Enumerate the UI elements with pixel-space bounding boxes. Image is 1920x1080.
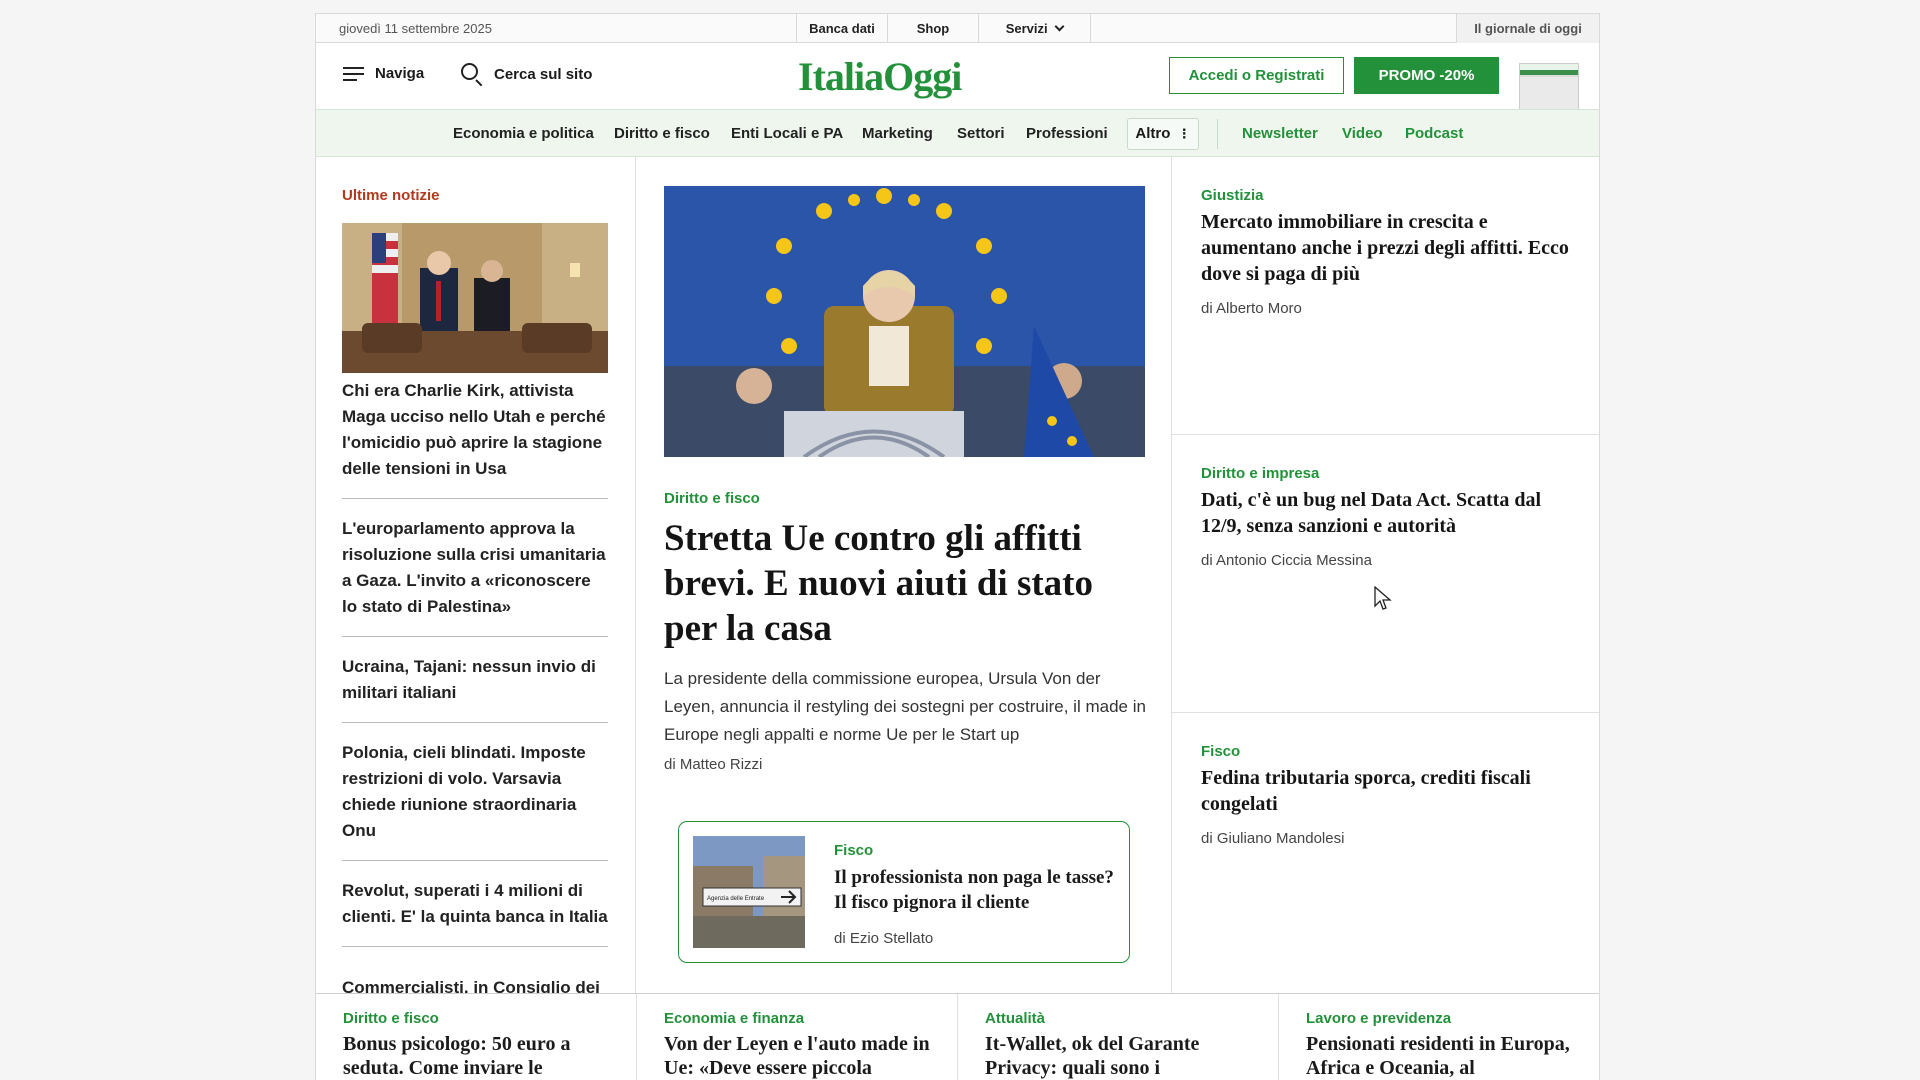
login-button[interactable]: Accedi o Registrati	[1169, 57, 1344, 94]
nav-economia-politica[interactable]: Economia e politica	[453, 125, 594, 142]
naviga-button[interactable]: Naviga	[343, 65, 424, 82]
giornale-di-oggi-link[interactable]: Il giornale di oggi	[1456, 14, 1599, 43]
altro-menu-button[interactable]: Altro ⋮	[1127, 118, 1199, 150]
sign-text: Agenzia delle Entrate	[707, 896, 765, 902]
article-title[interactable]: Fedina tributaria sporca, crediti fiscal…	[1201, 765, 1581, 817]
related-article-author[interactable]: di Ezio Stellato	[834, 930, 933, 947]
newspaper-thumbnail[interactable]	[1519, 63, 1579, 110]
article-category[interactable]: Giustizia	[1201, 187, 1264, 204]
hero-image[interactable]	[664, 186, 1145, 457]
right-article-1[interactable]: Giustizia Mercato immobiliare in crescit…	[1172, 157, 1599, 435]
bottom-article-2[interactable]: Economia e finanza Von der Leyen e l'aut…	[637, 994, 958, 1080]
related-article-card[interactable]: Agenzia delle Entrate Fisco Il professio…	[678, 821, 1130, 963]
site-logo[interactable]: ItaliaOggi	[798, 53, 962, 100]
search-label: Cerca sul sito	[494, 65, 593, 83]
article-title[interactable]: Mercato immobiliare in crescita e aument…	[1201, 209, 1581, 287]
altro-label: Altro	[1135, 125, 1171, 142]
hero-title[interactable]: Stretta Ue contro gli affitti brevi. E n…	[664, 516, 1134, 651]
header: Naviga Cerca sul sito ItaliaOggi Accedi …	[316, 43, 1599, 110]
servizi-menu[interactable]: Servizi	[978, 14, 1091, 43]
search-icon	[460, 62, 484, 87]
menu-icon	[343, 66, 364, 81]
bottom-article-3[interactable]: Attualità It-Wallet, ok del Garante Priv…	[958, 994, 1279, 1080]
hero-category[interactable]: Diritto e fisco	[664, 490, 760, 507]
hero-author[interactable]: di Matteo Rizzi	[664, 756, 762, 773]
bottom-article-1[interactable]: Diritto e fisco Bonus psicologo: 50 euro…	[316, 994, 637, 1080]
hero-abstract: La presidente della commissione europea,…	[664, 669, 1146, 744]
european-parliament-photo	[664, 186, 1145, 457]
article-category[interactable]: Lavoro e previdenza	[1306, 1010, 1451, 1027]
oval-office-photo	[342, 223, 608, 373]
nav-podcast[interactable]: Podcast	[1405, 125, 1463, 142]
article-title[interactable]: Dati, c'è un bug nel Data Act. Scatta da…	[1201, 487, 1581, 539]
nav-video[interactable]: Video	[1342, 125, 1383, 142]
related-article-category[interactable]: Fisco	[834, 842, 873, 859]
servizi-label: Servizi	[1005, 21, 1048, 36]
current-date: giovedì 11 settembre 2025	[339, 21, 492, 36]
right-article-3[interactable]: Fisco Fedina tributaria sporca, crediti …	[1172, 713, 1599, 991]
article-title[interactable]: It-Wallet, ok del Garante Privacy: quali…	[985, 1032, 1270, 1080]
latest-news-list: Chi era Charlie Kirk, attivista Maga ucc…	[342, 378, 608, 964]
main-nav: Economia e politica Diritto e fisco Enti…	[316, 109, 1599, 157]
right-article-2[interactable]: Diritto e impresa Dati, c'è un bug nel D…	[1172, 435, 1599, 713]
nav-diritto-fisco[interactable]: Diritto e fisco	[614, 125, 710, 142]
list-item[interactable]: Revolut, superati i 4 milioni di clienti…	[342, 878, 608, 947]
article-category[interactable]: Diritto e impresa	[1201, 465, 1319, 482]
list-item[interactable]: Ucraina, Tajani: nessun invio di militar…	[342, 654, 608, 723]
nav-newsletter[interactable]: Newsletter	[1242, 125, 1318, 142]
article-category[interactable]: Diritto e fisco	[343, 1010, 439, 1027]
nav-marketing[interactable]: Marketing	[862, 125, 933, 142]
list-item[interactable]: Chi era Charlie Kirk, attivista Maga ucc…	[342, 378, 608, 499]
article-category[interactable]: Fisco	[1201, 743, 1240, 760]
list-item[interactable]: L'europarlamento approva la risoluzione …	[342, 516, 608, 637]
utility-bar: giovedì 11 settembre 2025 Banca dati Sho…	[316, 13, 1599, 43]
article-title[interactable]: Pensionati residenti in Europa, Africa e…	[1306, 1032, 1591, 1080]
article-title[interactable]: Bonus psicologo: 50 euro a seduta. Come …	[343, 1032, 628, 1080]
mouse-cursor-icon	[1374, 586, 1392, 610]
search-button[interactable]: Cerca sul sito	[460, 62, 593, 87]
article-category[interactable]: Attualità	[985, 1010, 1045, 1027]
article-author[interactable]: di Giuliano Mandolesi	[1201, 830, 1344, 847]
shop-link[interactable]: Shop	[887, 14, 978, 43]
bottom-articles-row: Diritto e fisco Bonus psicologo: 50 euro…	[316, 993, 1599, 1080]
page: giovedì 11 settembre 2025 Banca dati Sho…	[315, 13, 1600, 1080]
related-article-title[interactable]: Il professionista non paga le tasse? Il …	[834, 865, 1119, 915]
banca-dati-link[interactable]: Banca dati	[796, 14, 887, 43]
article-category[interactable]: Economia e finanza	[664, 1010, 804, 1027]
nav-settori[interactable]: Settori	[957, 125, 1005, 142]
latest-news-heading: Ultime notizie	[342, 187, 440, 204]
nav-enti-locali[interactable]: Enti Locali e PA	[731, 125, 843, 142]
article-title[interactable]: Von der Leyen e l'auto made in Ue: «Deve…	[664, 1032, 949, 1080]
article-author[interactable]: di Antonio Ciccia Messina	[1201, 552, 1372, 569]
right-column: Giustizia Mercato immobiliare in crescit…	[1171, 157, 1599, 1007]
nav-professioni[interactable]: Professioni	[1026, 125, 1108, 142]
naviga-label: Naviga	[375, 65, 425, 82]
agenzia-entrate-sign-photo: Agenzia delle Entrate	[693, 836, 805, 948]
article-author[interactable]: di Alberto Moro	[1201, 300, 1302, 317]
latest-news-image[interactable]	[342, 223, 608, 373]
nav-divider	[1217, 119, 1218, 149]
list-item[interactable]: Polonia, cieli blindati. Imposte restriz…	[342, 740, 608, 861]
promo-button[interactable]: PROMO -20%	[1354, 57, 1499, 94]
more-vertical-icon: ⋮	[1177, 126, 1191, 141]
chevron-down-icon	[1054, 21, 1065, 32]
bottom-article-4[interactable]: Lavoro e previdenza Pensionati residenti…	[1279, 994, 1599, 1080]
related-article-image: Agenzia delle Entrate	[693, 836, 805, 948]
